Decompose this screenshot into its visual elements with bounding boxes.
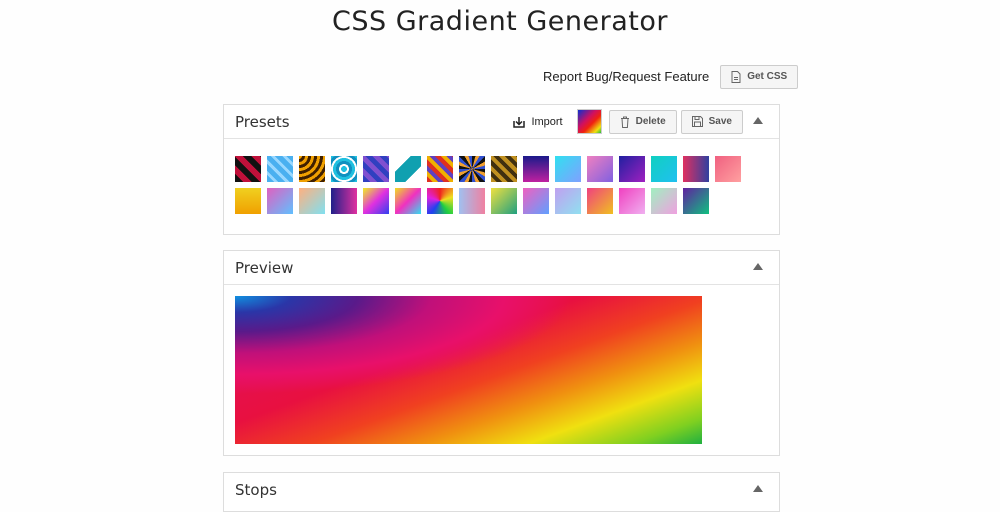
preset-swatch[interactable] [587, 156, 613, 182]
preset-swatch[interactable] [235, 188, 261, 214]
preset-swatch[interactable] [363, 188, 389, 214]
preset-swatch[interactable] [267, 156, 293, 182]
delete-label: Delete [635, 116, 666, 127]
preset-swatch[interactable] [651, 156, 677, 182]
preset-swatch[interactable] [331, 188, 357, 214]
presets-collapse-icon[interactable] [753, 117, 763, 124]
preset-swatch[interactable] [395, 156, 421, 182]
preset-swatch[interactable] [619, 188, 645, 214]
preset-swatch[interactable] [555, 188, 581, 214]
preset-swatch[interactable] [235, 156, 261, 182]
file-css-icon [731, 70, 741, 83]
preset-swatch[interactable] [459, 188, 485, 214]
preview-panel: Preview [223, 250, 780, 456]
presets-title: Presets [235, 112, 290, 131]
gradient-preview [235, 296, 702, 444]
get-css-label: Get CSS [747, 71, 788, 82]
preset-swatch[interactable] [555, 156, 581, 182]
get-css-button[interactable]: Get CSS [720, 64, 799, 89]
import-label: Import [531, 115, 563, 128]
preset-swatch[interactable] [683, 188, 709, 214]
stops-collapse-icon[interactable] [753, 485, 763, 492]
preset-swatch[interactable] [299, 156, 325, 182]
preset-swatch[interactable] [395, 188, 421, 214]
save-button[interactable]: Save [680, 109, 743, 134]
preset-swatch[interactable] [491, 188, 517, 214]
preset-swatch[interactable] [459, 156, 485, 182]
stops-panel: Stops [223, 472, 780, 512]
preset-swatch[interactable] [267, 188, 293, 214]
preset-swatch[interactable] [619, 156, 645, 182]
preview-header: Preview [224, 251, 779, 285]
preset-swatch[interactable] [651, 188, 677, 214]
preview-collapse-icon[interactable] [753, 263, 763, 270]
preset-swatch[interactable] [523, 188, 549, 214]
presets-panel: Presets Import Delete Save [223, 104, 780, 235]
preset-swatch[interactable] [715, 156, 741, 182]
preset-swatch[interactable] [331, 156, 357, 182]
save-label: Save [708, 116, 732, 127]
preset-swatch[interactable] [523, 156, 549, 182]
preset-swatch[interactable] [491, 156, 517, 182]
preset-swatch-grid [235, 156, 755, 214]
report-bug-link[interactable]: Report Bug/Request Feature [543, 69, 709, 84]
import-button[interactable]: Import [513, 115, 563, 128]
preset-swatch[interactable] [587, 188, 613, 214]
import-icon [513, 116, 526, 128]
delete-button[interactable]: Delete [608, 109, 677, 134]
preset-swatch[interactable] [299, 188, 325, 214]
presets-tools: Import Delete Save [513, 109, 743, 134]
preset-swatch[interactable] [363, 156, 389, 182]
preview-title: Preview [235, 258, 294, 277]
presets-header: Presets Import Delete Save [224, 105, 779, 139]
preset-swatch[interactable] [427, 156, 453, 182]
top-toolbar: Report Bug/Request Feature Get CSS [543, 64, 799, 89]
trash-icon [620, 116, 629, 128]
stops-title: Stops [235, 480, 277, 499]
preset-swatch[interactable] [683, 156, 709, 182]
floppy-icon [691, 116, 703, 127]
preset-swatch[interactable] [427, 188, 453, 214]
stops-header: Stops [224, 473, 779, 506]
page-title: CSS Gradient Generator [332, 6, 668, 37]
current-gradient-swatch[interactable] [576, 109, 602, 134]
